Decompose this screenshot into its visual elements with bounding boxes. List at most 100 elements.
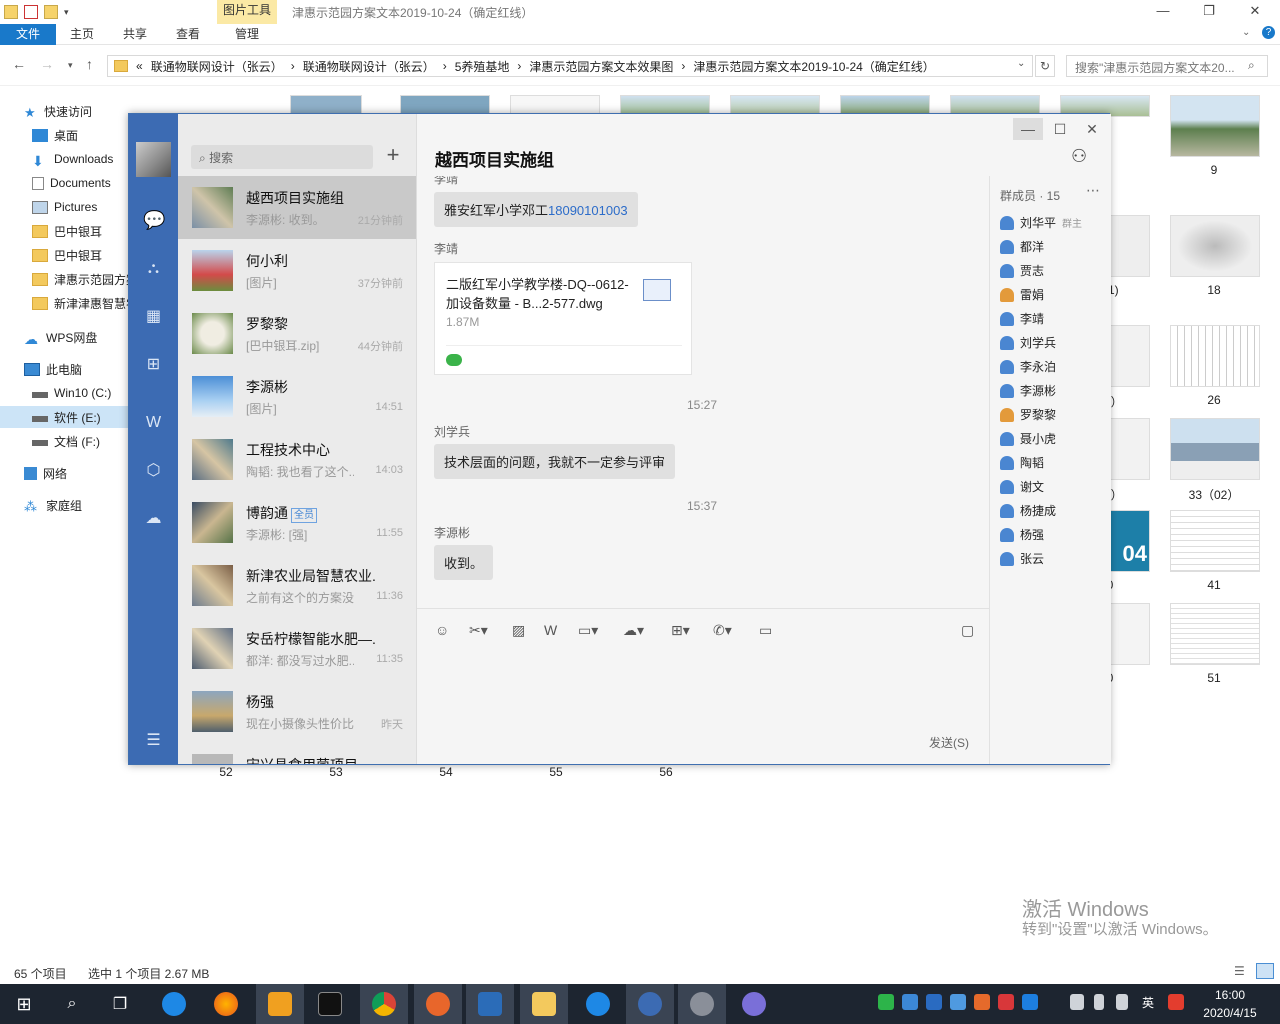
ribbon-expand-icon[interactable]: ⌄: [1242, 27, 1250, 38]
member-item[interactable]: 杨强: [1000, 526, 1044, 543]
new-folder-icon[interactable]: [44, 5, 58, 19]
address-bar[interactable]: « 联通物联网设计（张云） › 联通物联网设计（张云） › 5养殖基地 › 津惠…: [107, 55, 1033, 77]
doc-icon[interactable]: W: [544, 622, 557, 638]
contacts-icon[interactable]: ⛬: [143, 258, 164, 279]
file-card[interactable]: 二版红军小学教学楼-DQ--0612-加设备数量 - B...2-577.dwg…: [434, 262, 692, 375]
task-view-button[interactable]: ❐: [96, 984, 144, 1024]
wedrive-doc-icon[interactable]: W: [143, 412, 164, 433]
file-thumbnail[interactable]: [1170, 510, 1260, 572]
taskbar-app[interactable]: [574, 984, 622, 1024]
member-item[interactable]: 刘华平 群主: [1000, 214, 1082, 231]
calendar-icon[interactable]: ▦: [143, 306, 164, 327]
member-item[interactable]: 雷娟: [1000, 286, 1044, 303]
nav-pictures[interactable]: Pictures: [32, 196, 97, 218]
sogou-icon[interactable]: [1168, 994, 1184, 1010]
taskbar-app[interactable]: [202, 984, 250, 1024]
maximize-icon[interactable]: ❐: [1186, 0, 1232, 24]
tab-share[interactable]: 共享: [123, 24, 147, 45]
avatar[interactable]: [136, 142, 171, 177]
nav-network[interactable]: 网络: [24, 462, 67, 484]
apps-icon[interactable]: ⊞: [143, 354, 164, 375]
member-item[interactable]: 罗黎黎: [1000, 406, 1056, 423]
file-thumbnail[interactable]: [1170, 325, 1260, 387]
close-icon[interactable]: ✕: [1077, 118, 1107, 140]
breadcrumb-item[interactable]: 津惠示范园方案文本2019-10-24（确定红线）: [693, 58, 934, 75]
tab-home[interactable]: 主页: [70, 24, 94, 45]
nav-drive-f[interactable]: 文档 (F:): [32, 430, 100, 452]
emoji-icon[interactable]: ☺: [435, 622, 449, 638]
minimize-icon[interactable]: —: [1013, 118, 1043, 140]
breadcrumb-item[interactable]: 联通物联网设计（张云）: [303, 58, 435, 75]
member-item[interactable]: 刘学兵: [1000, 334, 1056, 351]
thumbnail-view-icon[interactable]: [1256, 963, 1274, 979]
member-item[interactable]: 贾志: [1000, 262, 1044, 279]
list-item[interactable]: 罗黎黎 [巴中银耳.zip] 44分钟前: [178, 302, 416, 365]
search-input[interactable]: ⌕ 搜索: [191, 145, 373, 169]
details-view-icon[interactable]: ☰: [1234, 964, 1245, 978]
wechat-tray-icon[interactable]: [878, 994, 894, 1010]
taskbar-app[interactable]: [414, 984, 462, 1024]
send-button[interactable]: 发送(S): [929, 734, 969, 751]
tray-icon[interactable]: [974, 994, 990, 1010]
start-button[interactable]: ⊞: [0, 984, 48, 1024]
list-item[interactable]: 博韵通 全员 李源彬: [强] 11:55: [178, 491, 416, 554]
member-item[interactable]: 张云: [1000, 550, 1044, 567]
taskbar-app[interactable]: [256, 984, 304, 1024]
chat-icon[interactable]: 💬: [143, 210, 165, 231]
more-icon[interactable]: ⋯: [1086, 182, 1100, 199]
file-thumbnail[interactable]: [1170, 215, 1260, 277]
minimize-icon[interactable]: —: [1140, 0, 1186, 24]
taskbar-app[interactable]: [306, 984, 354, 1024]
member-item[interactable]: 陶韬: [1000, 454, 1044, 471]
nav-documents[interactable]: Documents: [32, 172, 111, 194]
list-item[interactable]: 工程技术中心 陶韬: 我也看了这个... 14:03: [178, 428, 416, 491]
maximize-icon[interactable]: ☐: [1045, 118, 1075, 140]
phone-link[interactable]: 18090101003: [548, 203, 628, 218]
search-button[interactable]: ⌕: [48, 984, 96, 1024]
file-thumbnail[interactable]: 04: [1108, 510, 1150, 572]
tab-view[interactable]: 查看: [176, 24, 200, 45]
taskbar-app[interactable]: [730, 984, 778, 1024]
battery-icon[interactable]: [1094, 994, 1104, 1010]
folder-search-input[interactable]: 搜索"津惠示范园方案文本20...: [1066, 55, 1268, 77]
list-item[interactable]: 李源彬 [图片] 14:51: [178, 365, 416, 428]
nav-folder[interactable]: 巴中银耳: [32, 220, 102, 242]
phone-icon[interactable]: ✆▾: [713, 622, 732, 639]
file-thumbnail[interactable]: [1170, 95, 1260, 157]
up-arrow-icon[interactable]: ↑: [86, 56, 93, 72]
tray-icon[interactable]: [998, 994, 1014, 1010]
taskbar-app[interactable]: [626, 984, 674, 1024]
nav-this-pc[interactable]: 此电脑: [24, 358, 82, 380]
taskbar-app[interactable]: [466, 984, 514, 1024]
apps-icon[interactable]: ⊞▾: [671, 622, 690, 639]
nav-folder[interactable]: 巴中银耳: [32, 244, 102, 266]
close-icon[interactable]: ✕: [1232, 0, 1278, 24]
taskbar-app[interactable]: [150, 984, 198, 1024]
member-item[interactable]: 都洋: [1000, 238, 1044, 255]
list-item[interactable]: 杨强 现在小摄像头性价比... 昨天: [178, 680, 416, 743]
nav-wps-cloud[interactable]: ☁ WPS网盘: [24, 326, 97, 348]
file-thumbnail[interactable]: [1170, 603, 1260, 665]
list-item[interactable]: 宋兴县食用菌项目: [178, 743, 416, 764]
refresh-icon[interactable]: ↻: [1035, 55, 1055, 77]
live-icon[interactable]: ▭: [759, 622, 772, 639]
member-item[interactable]: 谢文: [1000, 478, 1044, 495]
list-item[interactable]: 越西项目实施组 李源彬: 收到。 21分钟前: [178, 176, 416, 239]
breadcrumb-item[interactable]: 联通物联网设计（张云）: [151, 58, 283, 75]
properties-icon[interactable]: [24, 5, 38, 19]
taskbar-app[interactable]: [360, 984, 408, 1024]
help-icon[interactable]: ?: [1262, 26, 1275, 39]
forward-arrow-icon[interactable]: →: [40, 56, 54, 72]
nav-desktop[interactable]: 桌面: [32, 124, 78, 146]
nav-drive-c[interactable]: Win10 (C:): [32, 382, 111, 404]
file-thumbnail[interactable]: [1108, 603, 1150, 665]
tray-icon[interactable]: [926, 994, 942, 1010]
breadcrumb-item[interactable]: 津惠示范园方案文本效果图: [529, 58, 673, 75]
taskbar-app[interactable]: [520, 984, 568, 1024]
member-item[interactable]: 李源彬: [1000, 382, 1056, 399]
customize-arrow-icon[interactable]: ▾: [64, 7, 69, 18]
nav-quick-access[interactable]: ★ 快速访问: [24, 100, 92, 122]
file-thumbnail[interactable]: [1108, 325, 1150, 387]
volume-icon[interactable]: [1116, 994, 1128, 1010]
tray-icon[interactable]: [1022, 994, 1038, 1010]
